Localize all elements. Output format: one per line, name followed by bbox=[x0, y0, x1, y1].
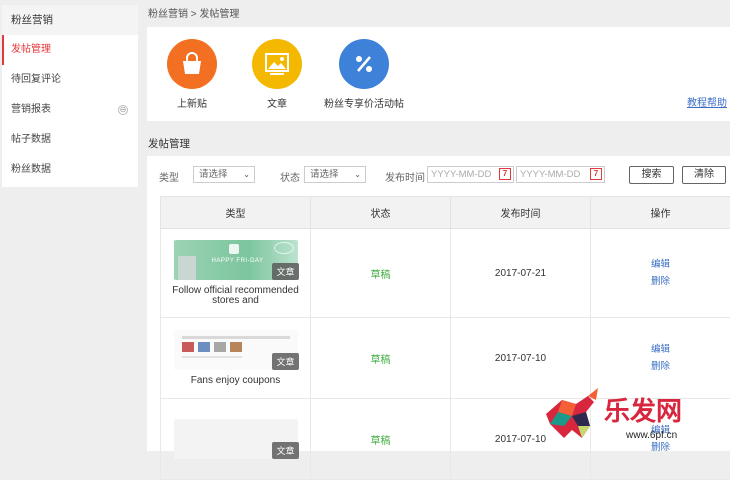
table-header-row: 类型 状态 发布时间 操作 bbox=[161, 197, 730, 229]
thumbnail-graphic bbox=[230, 342, 242, 352]
watermark-brand: 乐发网 bbox=[604, 396, 682, 426]
status-cell: 草稿 bbox=[311, 399, 451, 480]
watermark-url: www.6pf.cn bbox=[625, 430, 677, 441]
status-badge: 草稿 bbox=[371, 270, 391, 281]
thumbnail-graphic bbox=[198, 342, 210, 352]
status-select-value: 请选择 bbox=[310, 169, 339, 180]
start-date-input[interactable]: YYYY-MM-DD 7 bbox=[427, 166, 514, 183]
quick-actions-panel: 上新贴 文章 粉丝专享价活动帖 教程帮助 bbox=[147, 27, 730, 121]
section-title: 发帖管理 bbox=[148, 136, 190, 151]
filter-bar: 类型 请选择 ⌄ 状态 请选择 ⌄ 发布时间 YYYY-MM-DD 7 YYYY… bbox=[147, 156, 730, 194]
thumbnail-caption: HAPPY FRI-DAY bbox=[212, 258, 264, 264]
chevron-down-icon: ⌄ bbox=[243, 167, 250, 182]
sidebar: 粉丝营销 发帖管理 待回复评论 营销报表 ⊖ 帖子数据 粉丝数据 bbox=[2, 5, 138, 187]
type-select-value: 请选择 bbox=[199, 169, 228, 180]
date-cell: 2017-07-21 bbox=[451, 229, 591, 318]
thumbnail-graphic bbox=[182, 336, 290, 339]
publish-time-label: 发布时间 bbox=[385, 169, 425, 184]
status-badge: 草稿 bbox=[371, 355, 391, 366]
help-link[interactable]: 教程帮助 bbox=[687, 94, 727, 109]
delete-link[interactable]: 删除 bbox=[592, 273, 729, 290]
thumbnail-graphic bbox=[182, 356, 242, 358]
sidebar-item-marketing-reports[interactable]: 营销报表 ⊖ bbox=[2, 95, 138, 125]
thumbnail-graphic bbox=[214, 342, 226, 352]
type-cell: HAPPY FRI-DAY 文章 Follow official recomme… bbox=[161, 229, 311, 318]
status-badge: 草稿 bbox=[371, 436, 391, 447]
post-title: Fans enjoy coupons bbox=[162, 376, 309, 386]
post-title: Follow official recommended stores and bbox=[162, 286, 309, 306]
edit-link[interactable]: 编辑 bbox=[592, 256, 729, 273]
calendar-icon[interactable]: 7 bbox=[499, 168, 511, 180]
speech-bubble-icon bbox=[274, 242, 294, 254]
sidebar-item-pending-comments[interactable]: 待回复评论 bbox=[2, 65, 138, 95]
fan-price-promo-post-button[interactable]: 粉丝专享价活动帖 bbox=[319, 39, 409, 110]
post-thumbnail[interactable]: HAPPY FRI-DAY 文章 bbox=[173, 240, 299, 280]
bull-logo-icon: 乐发网 www.6pf.cn bbox=[542, 386, 727, 448]
article-badge: 文章 bbox=[272, 263, 298, 280]
quick-action-label: 文章 bbox=[232, 95, 322, 110]
image-icon bbox=[252, 39, 302, 89]
column-header-status: 状态 bbox=[311, 197, 451, 229]
building-graphic bbox=[178, 256, 196, 280]
post-thumbnail[interactable]: 文章 bbox=[173, 419, 299, 459]
sidebar-item-label: 帖子数据 bbox=[11, 134, 51, 145]
type-select[interactable]: 请选择 ⌄ bbox=[193, 166, 255, 183]
post-thumbnail[interactable]: 文章 bbox=[173, 330, 299, 370]
calendar-icon[interactable]: 7 bbox=[590, 168, 602, 180]
quick-action-label: 上新贴 bbox=[147, 95, 237, 110]
type-filter-label: 类型 bbox=[159, 169, 179, 184]
sidebar-item-label: 发帖管理 bbox=[11, 44, 51, 55]
thumbnail-graphic bbox=[182, 342, 194, 352]
new-item-post-button[interactable]: 上新贴 bbox=[147, 39, 237, 110]
sidebar-item-post-management[interactable]: 发帖管理 bbox=[2, 35, 138, 65]
status-filter-label: 状态 bbox=[280, 169, 300, 184]
sidebar-item-fan-data[interactable]: 粉丝数据 bbox=[2, 155, 138, 185]
search-button[interactable]: 搜索 bbox=[629, 166, 674, 184]
sidebar-item-label: 营销报表 bbox=[11, 104, 51, 115]
column-header-publish-time: 发布时间 bbox=[451, 197, 591, 229]
article-badge: 文章 bbox=[272, 353, 298, 370]
article-post-button[interactable]: 文章 bbox=[232, 39, 322, 110]
date-placeholder: YYYY-MM-DD bbox=[520, 169, 580, 180]
edit-link[interactable]: 编辑 bbox=[592, 341, 729, 358]
collapse-icon[interactable]: ⊖ bbox=[118, 105, 128, 115]
table-row: HAPPY FRI-DAY 文章 Follow official recomme… bbox=[161, 229, 730, 318]
sidebar-item-label: 粉丝数据 bbox=[11, 164, 51, 175]
actions-cell: 编辑 删除 bbox=[591, 229, 730, 318]
chevron-down-icon: ⌄ bbox=[354, 167, 361, 182]
end-date-input[interactable]: YYYY-MM-DD 7 bbox=[516, 166, 605, 183]
breadcrumb: 粉丝营销 > 发帖管理 bbox=[148, 5, 239, 20]
watermark-logo: 乐发网 www.6pf.cn bbox=[542, 386, 727, 448]
percent-icon bbox=[339, 39, 389, 89]
column-header-actions: 操作 bbox=[591, 197, 730, 229]
status-select[interactable]: 请选择 ⌄ bbox=[304, 166, 366, 183]
quick-action-label: 粉丝专享价活动帖 bbox=[319, 95, 409, 110]
logo-icon bbox=[229, 244, 239, 254]
type-cell: 文章 bbox=[161, 399, 311, 480]
delete-link[interactable]: 删除 bbox=[592, 358, 729, 375]
shopping-bag-icon bbox=[167, 39, 217, 89]
sidebar-title: 粉丝营销 bbox=[2, 5, 138, 35]
type-cell: 文章 Fans enjoy coupons bbox=[161, 318, 311, 399]
clear-button[interactable]: 清除 bbox=[682, 166, 726, 184]
status-cell: 草稿 bbox=[311, 318, 451, 399]
status-cell: 草稿 bbox=[311, 229, 451, 318]
sidebar-item-post-data[interactable]: 帖子数据 bbox=[2, 125, 138, 155]
sidebar-item-label: 待回复评论 bbox=[11, 74, 61, 85]
column-header-type: 类型 bbox=[161, 197, 311, 229]
date-placeholder: YYYY-MM-DD bbox=[431, 169, 491, 180]
